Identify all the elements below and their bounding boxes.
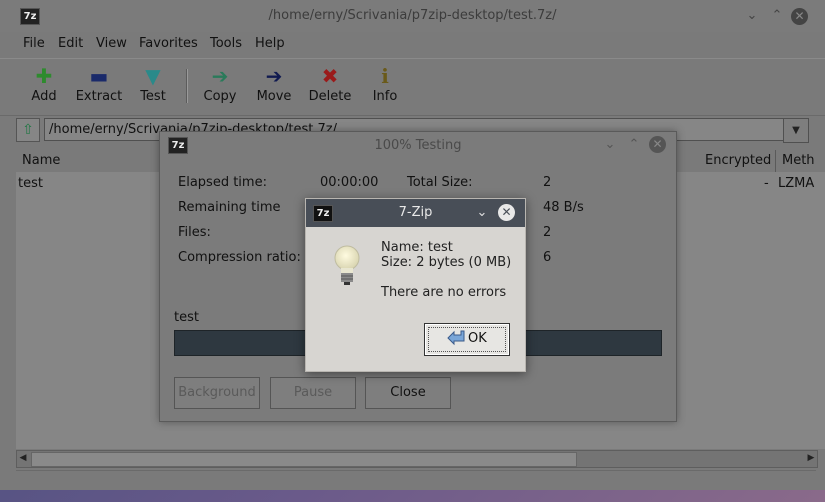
maximize-icon[interactable]: ⌃ (626, 137, 642, 153)
current-file: test (174, 310, 199, 325)
scrollbar-thumb[interactable] (31, 452, 577, 467)
row-name: test (18, 176, 43, 191)
main-title-bar: 7z /home/erny/Scrivania/p7zip-desktop/te… (0, 0, 825, 32)
move-button[interactable]: ➔ Move (256, 63, 292, 104)
add-icon: ✚ (35, 64, 53, 88)
menu-tools[interactable]: Tools (210, 36, 242, 51)
scroll-right-icon[interactable]: ▶ (805, 452, 817, 465)
chevron-down-icon[interactable]: ⌄ (474, 205, 490, 221)
info-button[interactable]: i Info (372, 63, 398, 104)
total-size-label: Total Size: (407, 175, 473, 190)
message-text: There are no errors (381, 285, 507, 300)
menu-file[interactable]: File (23, 36, 45, 51)
maximize-icon[interactable]: ⌃ (769, 8, 785, 24)
delete-button[interactable]: ✖ Delete (308, 63, 352, 104)
close-window-button[interactable]: ✕ (791, 8, 808, 25)
info-icon: i (381, 64, 389, 88)
extract-icon: ▬ (89, 64, 109, 88)
elapsed-value: 00:00:00 (320, 175, 379, 190)
close-dialog-button[interactable]: ✕ (649, 136, 666, 153)
column-method[interactable]: Meth (782, 153, 815, 168)
move-icon: ➔ (265, 64, 283, 88)
chevron-down-icon[interactable]: ▼ (783, 118, 809, 143)
menu-view[interactable]: View (96, 36, 127, 51)
test-label: Test (140, 89, 166, 104)
minimize-icon[interactable]: ⌄ (744, 8, 760, 24)
remaining-label: Remaining time (178, 200, 281, 215)
test-icon: ▼ (145, 64, 161, 88)
menu-bar: File Edit View Favorites Tools Help (0, 32, 825, 56)
ok-button[interactable]: OK (424, 323, 510, 356)
copy-icon: ➔ (211, 64, 229, 88)
column-encrypted[interactable]: Encrypted (705, 153, 771, 168)
name-line: Name: test (381, 240, 453, 255)
message-title-bar: 7z 7-Zip ⌄ ✕ (306, 199, 525, 227)
extract-button[interactable]: ▬ Extract (74, 63, 124, 104)
size-line: Size: 2 bytes (0 MB) (381, 255, 512, 270)
menu-favorites[interactable]: Favorites (139, 36, 198, 51)
menu-edit[interactable]: Edit (58, 36, 83, 51)
message-box: 7z 7-Zip ⌄ ✕ Name: test Size: 2 bytes (0… (305, 198, 526, 372)
menu-help[interactable]: Help (255, 36, 285, 51)
lightbulb-icon (334, 245, 360, 285)
delete-icon: ✖ (321, 64, 339, 88)
add-label: Add (31, 89, 57, 104)
close-message-button[interactable]: ✕ (498, 204, 515, 221)
column-name[interactable]: Name (22, 153, 60, 168)
move-label: Move (256, 89, 292, 104)
row-encrypted: - (764, 176, 769, 191)
total-size-value: 2 (543, 175, 552, 190)
return-arrow-icon (447, 330, 465, 346)
background-button[interactable]: Background (174, 377, 260, 409)
minimize-icon[interactable]: ⌄ (602, 137, 618, 153)
window-title: /home/erny/Scrivania/p7zip-desktop/test.… (268, 8, 557, 23)
toolbar: ✚ Add ▬ Extract ▼ Test ➔ Copy ➔ Move ✖ D… (0, 58, 825, 116)
extract-label: Extract (75, 89, 123, 104)
info-label: Info (372, 89, 398, 104)
add-button[interactable]: ✚ Add (26, 63, 62, 104)
dialog-title: 100% Testing (374, 138, 462, 153)
elapsed-label: Elapsed time: (178, 175, 267, 190)
status-bar (0, 468, 825, 490)
packed-value: 6 (543, 250, 552, 265)
speed-value: 48 B/s (543, 200, 584, 215)
copy-label: Copy (203, 89, 237, 104)
test-button[interactable]: ▼ Test (137, 63, 169, 104)
folder-up-icon[interactable]: ⇧ (16, 118, 40, 142)
ratio-label: Compression ratio: (178, 250, 301, 265)
files-label: Files: (178, 225, 211, 240)
column-divider (775, 150, 776, 172)
scroll-left-icon[interactable]: ◀ (17, 452, 29, 465)
copy-button[interactable]: ➔ Copy (203, 63, 237, 104)
row-method: LZMA (778, 176, 815, 191)
message-title: 7-Zip (398, 205, 433, 220)
close-button[interactable]: Close (365, 377, 451, 409)
pause-button[interactable]: Pause (270, 377, 356, 409)
delete-label: Delete (308, 89, 352, 104)
processed-value: 2 (543, 225, 552, 240)
ok-label: OK (468, 331, 487, 346)
toolbar-separator (186, 69, 188, 103)
horizontal-scrollbar[interactable]: ◀ ▶ (16, 450, 818, 468)
